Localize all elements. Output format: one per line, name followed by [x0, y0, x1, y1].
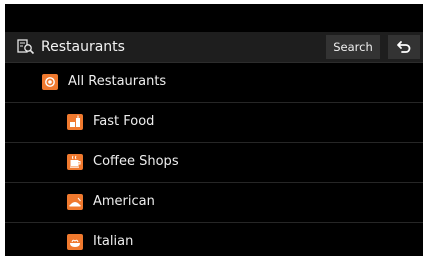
coffee-cup-icon [67, 154, 83, 170]
list-item-label: All Restaurants [68, 74, 167, 89]
fast-food-icon [67, 114, 83, 130]
list-item-italian[interactable]: Italian [5, 223, 423, 256]
italian-cuisine-icon [67, 234, 83, 250]
header-bar: Restaurants Search [5, 32, 423, 63]
back-button[interactable] [388, 35, 420, 59]
list-item-label: Fast Food [93, 114, 155, 129]
list-item-label: American [93, 194, 155, 209]
list-item-american[interactable]: American [5, 183, 423, 223]
american-cuisine-icon [67, 194, 83, 210]
search-button[interactable]: Search [326, 35, 380, 59]
list-item-label: Italian [93, 234, 134, 249]
navigation-screen: Restaurants Search All Restaurants Fast … [5, 4, 423, 256]
back-arrow-icon [397, 41, 411, 53]
plate-icon [42, 74, 58, 90]
restaurant-search-icon [17, 39, 35, 55]
list-item-all-restaurants[interactable]: All Restaurants [5, 63, 423, 103]
list-item-fast-food[interactable]: Fast Food [5, 103, 423, 143]
list-item-label: Coffee Shops [93, 154, 179, 169]
page-title: Restaurants [41, 39, 125, 55]
list-item-coffee-shops[interactable]: Coffee Shops [5, 143, 423, 183]
